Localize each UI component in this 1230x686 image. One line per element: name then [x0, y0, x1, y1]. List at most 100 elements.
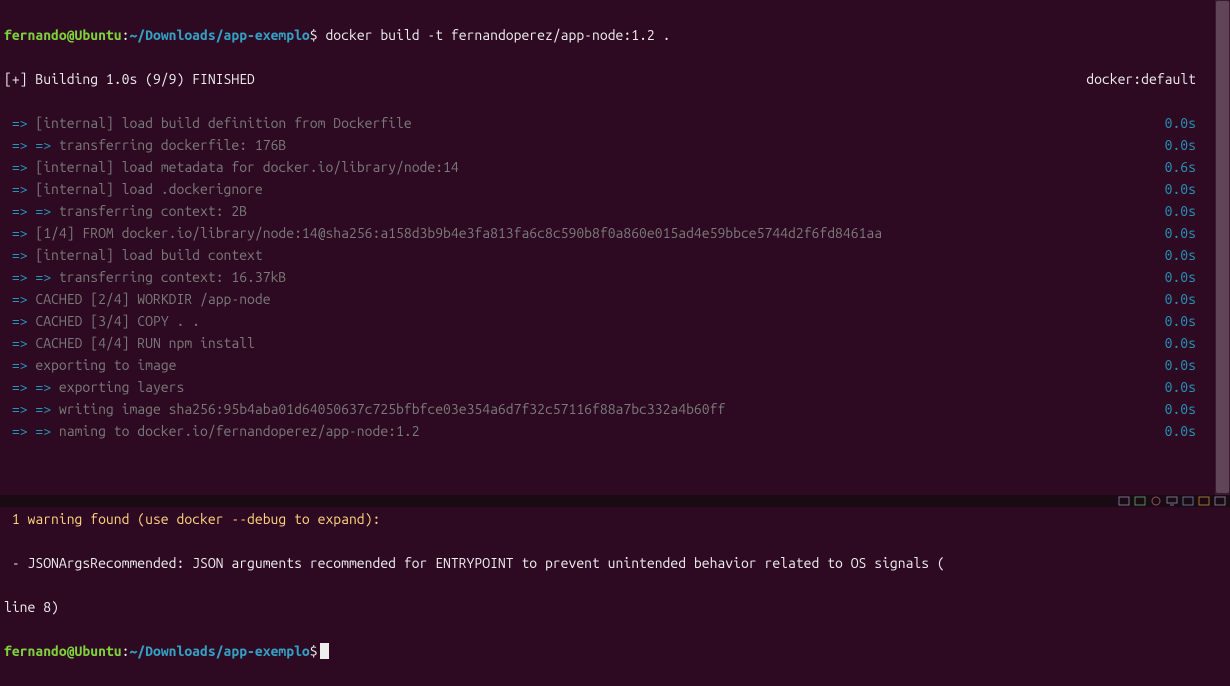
build-step-time: 0.0s [1165, 354, 1196, 376]
build-step-time: 0.0s [1165, 222, 1196, 244]
build-step-text: transferring dockerfile: 176B [59, 137, 286, 153]
build-step-row: => [1/4] FROM docker.io/library/node:14@… [4, 222, 1196, 244]
build-step-row: => => writing image sha256:95b4aba01d640… [4, 398, 1196, 420]
build-step-row: => [internal] load build context 0.0s [4, 244, 1196, 266]
build-step-left: => => exporting layers [4, 376, 184, 398]
scrollbar-thumb[interactable] [1216, 1, 1229, 493]
build-step-text: [internal] load metadata for docker.io/l… [35, 159, 458, 175]
cursor [320, 643, 329, 659]
blank-line [4, 464, 1226, 486]
build-step-time: 0.0s [1165, 244, 1196, 266]
build-step-left: => [internal] load build definition from… [4, 112, 412, 134]
build-step-text: [internal] load .dockerignore [35, 181, 262, 197]
arrow-icon: => [4, 357, 35, 373]
build-step-row: => [internal] load .dockerignore 0.0s [4, 178, 1196, 200]
arrow-icon: => => [4, 269, 59, 285]
command-text: docker build -t fernandoperez/app-node:1… [318, 27, 671, 43]
build-step-text: exporting layers [59, 379, 184, 395]
build-step-row: => exporting to image 0.0s [4, 354, 1196, 376]
build-step-left: => => transferring context: 16.37kB [4, 266, 286, 288]
build-step-time: 0.0s [1165, 288, 1196, 310]
tray-icon-generic[interactable] [1182, 496, 1194, 506]
prompt-path: ~/Downloads/app-exemplo [129, 27, 309, 43]
build-step-left: => [internal] load metadata for docker.i… [4, 156, 459, 178]
arrow-icon: => [4, 291, 35, 307]
arrow-icon: => => [4, 203, 59, 219]
build-step-left: => => writing image sha256:95b4aba01d640… [4, 398, 725, 420]
build-step-time: 0.0s [1165, 376, 1196, 398]
arrow-icon: => => [4, 137, 59, 153]
tray-icon-display[interactable] [1166, 496, 1178, 506]
build-step-row: => => naming to docker.io/fernandoperez/… [4, 420, 1196, 442]
build-step-text: writing image sha256:95b4aba01d64050637c… [59, 401, 725, 417]
arrow-icon: => [4, 335, 35, 351]
build-step-left: => CACHED [4/4] RUN npm install [4, 332, 255, 354]
prompt-sep: : [122, 643, 130, 659]
arrow-icon: => [4, 313, 35, 329]
build-step-left: => CACHED [3/4] COPY . . [4, 310, 200, 332]
arrow-icon: => [4, 225, 35, 241]
build-step-text: [internal] load build context [35, 247, 262, 263]
build-step-row: => [internal] load metadata for docker.i… [4, 156, 1196, 178]
build-step-row: => => exporting layers 0.0s [4, 376, 1196, 398]
build-steps: => [internal] load build definition from… [4, 112, 1226, 442]
terminal-output[interactable]: fernando@Ubuntu:~/Downloads/app-exemplo$… [0, 0, 1230, 686]
build-header-left: [+] Building 1.0s (9/9) FINISHED [4, 68, 255, 90]
build-step-left: => => naming to docker.io/fernandoperez/… [4, 420, 420, 442]
build-step-row: => => transferring context: 16.37kB 0.0s [4, 266, 1196, 288]
warning-header: 1 warning found (use docker --debug to e… [4, 508, 1226, 530]
build-step-time: 0.0s [1165, 310, 1196, 332]
build-step-time: 0.0s [1165, 134, 1196, 156]
build-step-time: 0.0s [1165, 420, 1196, 442]
scrollbar-track[interactable] [1215, 0, 1230, 495]
build-step-row: => => transferring dockerfile: 176B 0.0s [4, 134, 1196, 156]
build-header-row: [+] Building 1.0s (9/9) FINISHED docker:d… [4, 68, 1196, 90]
build-step-text: CACHED [2/4] WORKDIR /app-node [35, 291, 270, 307]
tray-icon-generic[interactable] [1118, 496, 1130, 506]
build-step-row: => CACHED [3/4] COPY . . 0.0s [4, 310, 1196, 332]
tray-icon-generic[interactable] [1198, 496, 1210, 506]
build-step-text: naming to docker.io/fernandoperez/app-no… [59, 423, 420, 439]
build-step-left: => exporting to image [4, 354, 177, 376]
arrow-icon: => [4, 181, 35, 197]
build-step-text: [1/4] FROM docker.io/library/node:14@sha… [35, 225, 882, 241]
prompt-line-2[interactable]: fernando@Ubuntu:~/Downloads/app-exemplo$ [4, 640, 1226, 662]
arrow-icon: => => [4, 401, 59, 417]
system-tray [1118, 496, 1226, 506]
tray-icon-generic[interactable] [1150, 496, 1162, 506]
arrow-icon: => [4, 247, 35, 263]
prompt-user: fernando@Ubuntu [4, 643, 122, 659]
build-step-left: => => transferring dockerfile: 176B [4, 134, 286, 156]
arrow-icon: => => [4, 423, 59, 439]
build-step-time: 0.0s [1165, 178, 1196, 200]
build-step-text: exporting to image [35, 357, 176, 373]
tray-icon-generic[interactable] [1214, 496, 1226, 506]
warning-line1: - JSONArgsRecommended: JSON arguments re… [4, 552, 1226, 574]
build-step-row: => CACHED [4/4] RUN npm install 0.0s [4, 332, 1196, 354]
prompt-user: fernando@Ubuntu [4, 27, 122, 43]
build-step-time: 0.0s [1165, 200, 1196, 222]
build-step-row: => => transferring context: 2B 0.0s [4, 200, 1196, 222]
build-step-text: [internal] load build definition from Do… [35, 115, 411, 131]
prompt-dollar: $ [310, 27, 318, 43]
build-step-time: 0.0s [1165, 266, 1196, 288]
build-step-left: => => transferring context: 2B [4, 200, 247, 222]
build-step-time: 0.0s [1165, 332, 1196, 354]
build-step-time: 0.0s [1165, 398, 1196, 420]
build-step-text: transferring context: 2B [59, 203, 247, 219]
build-step-text: CACHED [3/4] COPY . . [35, 313, 200, 329]
build-step-time: 0.6s [1165, 156, 1196, 178]
build-step-left: => [internal] load build context [4, 244, 263, 266]
build-step-row: => [internal] load build definition from… [4, 112, 1196, 134]
arrow-icon: => => [4, 379, 59, 395]
arrow-icon: => [4, 159, 35, 175]
arrow-icon: => [4, 115, 35, 131]
prompt-path: ~/Downloads/app-exemplo [129, 643, 309, 659]
build-header-right: docker:default [1086, 68, 1196, 90]
build-step-left: => [internal] load .dockerignore [4, 178, 263, 200]
tray-icon-generic[interactable] [1134, 496, 1146, 506]
build-step-time: 0.0s [1165, 112, 1196, 134]
build-step-text: CACHED [4/4] RUN npm install [35, 335, 255, 351]
build-step-left: => CACHED [2/4] WORKDIR /app-node [4, 288, 271, 310]
taskbar [0, 495, 1230, 507]
